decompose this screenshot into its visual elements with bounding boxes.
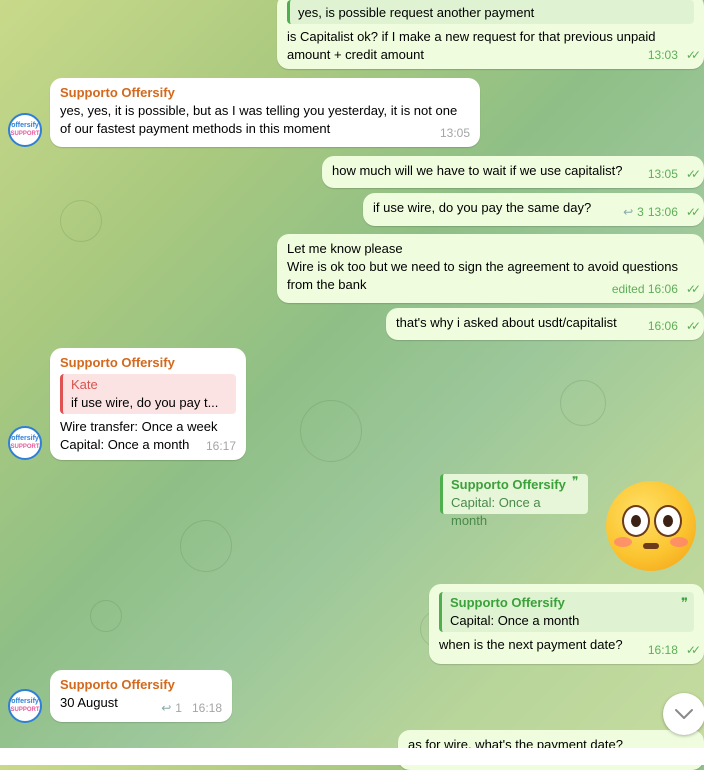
avatar-line1: offersify bbox=[11, 435, 39, 442]
message-input-bar[interactable] bbox=[0, 748, 704, 765]
message-time: 13:06 bbox=[647, 205, 678, 219]
message-line: Let me know please bbox=[287, 241, 403, 256]
message-time: 13:05 bbox=[647, 167, 678, 181]
avatar-line2: SUPPORT bbox=[10, 444, 40, 450]
double-check-icon: ✓✓ bbox=[685, 282, 701, 296]
message-incoming[interactable]: Supporto Offersify 30 August ↩ 1 16:18 bbox=[50, 670, 232, 722]
message-text: yes, yes, it is possible, but as I was t… bbox=[60, 103, 458, 136]
message-meta: 16:17 bbox=[206, 437, 236, 455]
message-time: 13:05 bbox=[439, 126, 470, 140]
message-text: how much will we have to wait if we use … bbox=[332, 163, 623, 178]
message-time: edited 16:06 bbox=[611, 282, 678, 296]
quote-text: Capital: Once a month bbox=[451, 495, 541, 528]
background-doodle bbox=[60, 200, 102, 242]
flushed-face-emoji-icon[interactable] bbox=[606, 481, 696, 571]
background-doodle bbox=[300, 400, 362, 462]
background-doodle bbox=[560, 380, 606, 426]
message-outgoing[interactable]: how much will we have to wait if we use … bbox=[322, 156, 704, 188]
message-text: if use wire, do you pay the same day? bbox=[373, 200, 592, 215]
quote-text: Capital: Once a month bbox=[450, 613, 580, 628]
avatar[interactable]: offersify SUPPORT bbox=[8, 426, 42, 460]
scroll-to-bottom-button[interactable] bbox=[663, 693, 704, 735]
message-outgoing[interactable]: Let me know please Wire is ok too but we… bbox=[277, 234, 704, 303]
message-meta: edited 16:06 ✓✓ bbox=[611, 280, 701, 298]
quote-mark-icon: ❞ bbox=[681, 595, 688, 610]
reply-arrow-icon[interactable]: ↩ bbox=[161, 699, 171, 717]
reply-count[interactable]: 1 bbox=[175, 699, 182, 717]
sender-name[interactable]: Supporto Offersify bbox=[60, 676, 222, 694]
message-line: Wire transfer: Once a week bbox=[60, 419, 218, 434]
avatar[interactable]: offersify SUPPORT bbox=[8, 689, 42, 723]
double-check-icon: ✓✓ bbox=[685, 205, 701, 219]
avatar-line1: offersify bbox=[11, 122, 39, 129]
message-time: 13:03 bbox=[647, 48, 678, 62]
message-meta: ↩ 3 13:06 ✓✓ bbox=[623, 203, 701, 221]
message-outgoing[interactable]: yes, is possible request another payment… bbox=[277, 0, 704, 69]
message-incoming[interactable]: Supporto Offersify yes, yes, it is possi… bbox=[50, 78, 480, 147]
reply-quote[interactable]: Supporto Offersify Capital: Once a month… bbox=[439, 592, 694, 632]
double-check-icon: ✓✓ bbox=[685, 643, 701, 657]
double-check-icon: ✓✓ bbox=[685, 319, 701, 333]
message-text: that's why i asked about usdt/capitalist bbox=[396, 315, 617, 330]
avatar-line2: SUPPORT bbox=[10, 707, 40, 713]
message-time: 16:18 bbox=[191, 701, 222, 715]
avatar-line1: offersify bbox=[11, 698, 39, 705]
message-meta: 13:03 ✓✓ bbox=[647, 46, 701, 64]
message-meta: 13:05 ✓✓ bbox=[647, 165, 701, 183]
chevron-down-icon bbox=[675, 709, 693, 719]
double-check-icon: ✓✓ bbox=[685, 167, 701, 181]
message-meta: 16:06 ✓✓ bbox=[647, 317, 701, 335]
avatar-line2: SUPPORT bbox=[10, 131, 40, 137]
message-meta: ↩ 1 16:18 bbox=[161, 699, 222, 717]
message-meta: 13:05 bbox=[440, 124, 470, 142]
message-time: 16:06 bbox=[647, 319, 678, 333]
message-meta: 16:18 ✓✓ bbox=[647, 641, 701, 659]
reply-quote[interactable]: yes, is possible request another payment bbox=[287, 0, 694, 24]
message-outgoing[interactable]: if use wire, do you pay the same day? ↩ … bbox=[363, 193, 704, 226]
reply-arrow-icon[interactable]: ↩ bbox=[623, 203, 633, 221]
message-text: is Capitalist ok? if I make a new reques… bbox=[287, 29, 656, 62]
sender-name[interactable]: Supporto Offersify bbox=[60, 354, 236, 372]
quote-mark-icon: ❞ bbox=[572, 474, 579, 488]
message-time: 16:18 bbox=[647, 643, 678, 657]
sender-name[interactable]: Supporto Offersify bbox=[60, 84, 470, 102]
reply-quote[interactable]: Supporto Offersify Capital: Once a month bbox=[440, 474, 588, 528]
quote-author: Supporto Offersify bbox=[450, 595, 565, 610]
background-doodle bbox=[90, 600, 122, 632]
message-incoming[interactable]: Supporto Offersify Kate if use wire, do … bbox=[50, 348, 246, 460]
quote-text: yes, is possible request another payment bbox=[298, 5, 535, 20]
avatar[interactable]: offersify SUPPORT bbox=[8, 113, 42, 147]
message-outgoing[interactable]: that's why i asked about usdt/capitalist… bbox=[386, 308, 704, 340]
reply-quote[interactable]: Kate if use wire, do you pay t... bbox=[60, 374, 236, 414]
quote-text: if use wire, do you pay t... bbox=[71, 395, 219, 410]
double-check-icon: ✓✓ bbox=[685, 48, 701, 62]
quote-author: Supporto Offersify bbox=[451, 477, 566, 492]
message-time: 16:17 bbox=[205, 439, 236, 453]
background-doodle bbox=[180, 520, 232, 572]
reply-count[interactable]: 3 bbox=[637, 203, 644, 221]
quote-author: Kate bbox=[71, 377, 98, 392]
message-outgoing[interactable]: Supporto Offersify Capital: Once a month… bbox=[429, 584, 704, 664]
